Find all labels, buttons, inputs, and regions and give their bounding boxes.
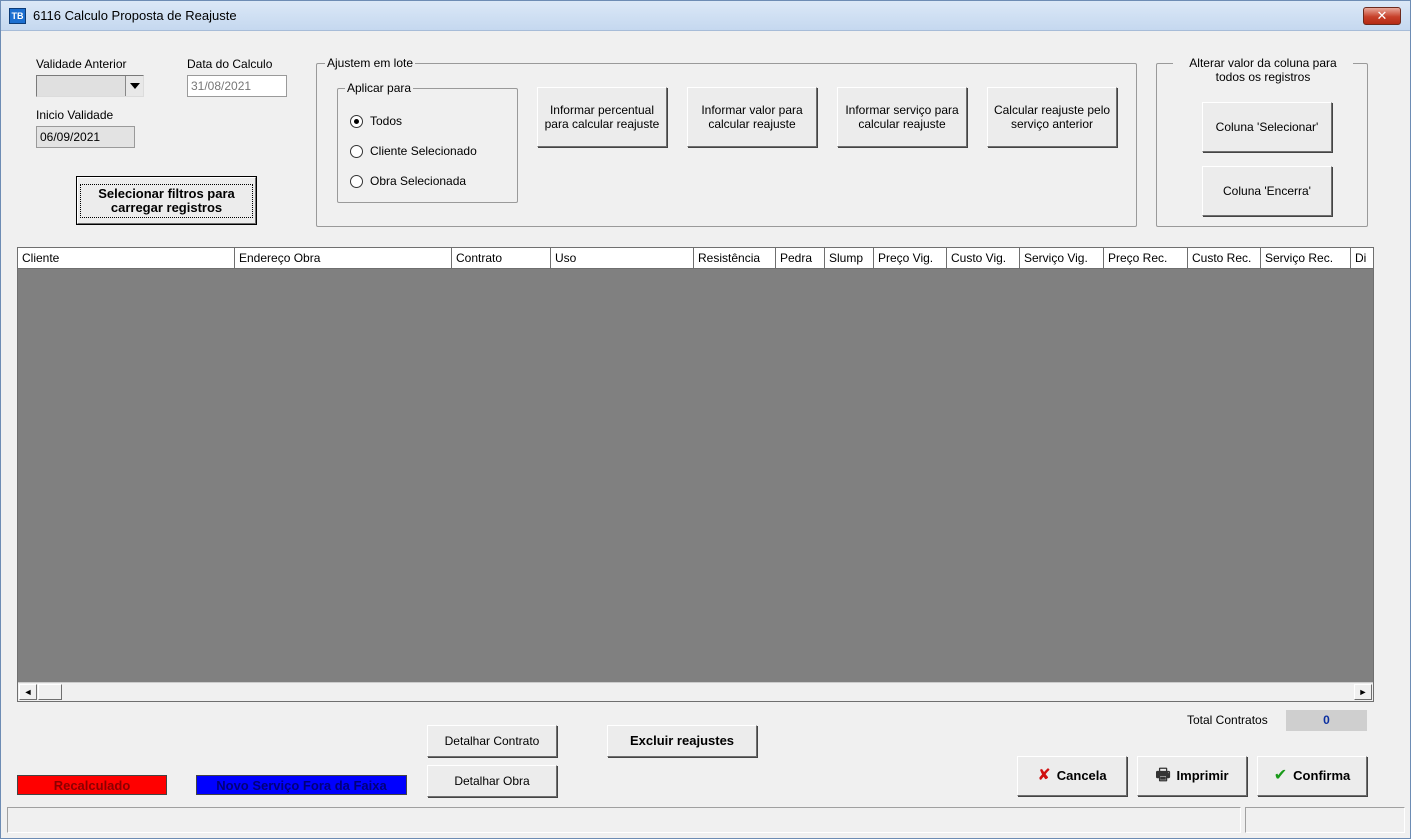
column-header[interactable]: Custo Vig. <box>947 248 1020 268</box>
horizontal-scrollbar[interactable]: ◄ ► <box>18 682 1373 701</box>
arrow-right-icon: ► <box>1358 687 1368 697</box>
main-window: TB 6116 Calculo Proposta de Reajuste ✕ V… <box>0 0 1411 839</box>
column-header[interactable]: Serviço Rec. <box>1261 248 1351 268</box>
close-button[interactable]: ✕ <box>1363 7 1401 25</box>
imprimir-button[interactable]: 🖶 Imprimir <box>1137 756 1247 796</box>
total-contratos-value: 0 <box>1286 710 1367 731</box>
column-header[interactable]: Resistência <box>694 248 776 268</box>
radio-icon <box>350 174 363 188</box>
radio-icon <box>350 144 363 158</box>
column-header[interactable]: Endereço Obra <box>235 248 452 268</box>
cancel-x-icon: ✘ <box>1037 767 1051 784</box>
coluna-selecionar-button[interactable]: Coluna 'Selecionar' <box>1202 102 1332 152</box>
inicio-validade-label: Inicio Validade <box>36 108 114 122</box>
chevron-down-icon <box>129 83 140 89</box>
confirma-button[interactable]: ✔ Confirma <box>1257 756 1367 796</box>
radio-obra-selecionada[interactable]: Obra Selecionada <box>350 174 466 188</box>
validade-anterior-combo[interactable] <box>36 75 144 97</box>
coluna-encerra-button[interactable]: Coluna 'Encerra' <box>1202 166 1332 216</box>
arrow-left-icon: ◄ <box>23 687 33 697</box>
data-calculo-label: Data do Calculo <box>187 57 273 71</box>
total-contratos-label: Total Contratos <box>1187 713 1268 727</box>
excluir-reajustes-button[interactable]: Excluir reajustes <box>607 725 757 757</box>
column-header[interactable]: Di <box>1351 248 1373 268</box>
combo-dropdown-button[interactable] <box>125 76 143 96</box>
cancela-button[interactable]: ✘ Cancela <box>1017 756 1127 796</box>
check-icon: ✔ <box>1273 767 1288 784</box>
radio-todos[interactable]: Todos <box>350 114 402 128</box>
close-icon: ✕ <box>1376 8 1388 23</box>
inicio-validade-field[interactable]: 06/09/2021 <box>36 126 135 148</box>
window-app-icon: TB <box>9 8 26 24</box>
cancela-label: Cancela <box>1056 768 1107 783</box>
alter-column-group: Alterar valor da coluna para todos os re… <box>1156 56 1368 227</box>
legend-recalculado: Recalculado <box>17 775 167 795</box>
data-calculo-field[interactable]: 31/08/2021 <box>187 75 287 97</box>
selecionar-filtros-button[interactable]: Selecionar filtros para carregar registr… <box>76 176 257 225</box>
status-pane-main <box>7 807 1241 833</box>
detalhar-contrato-button[interactable]: Detalhar Contrato <box>427 725 557 757</box>
column-header[interactable]: Pedra <box>776 248 825 268</box>
radio-todos-label: Todos <box>370 114 403 128</box>
radio-cliente-label: Cliente Selecionado <box>370 144 477 158</box>
grid-header: Cliente Endereço Obra Contrato Uso Resis… <box>18 248 1373 269</box>
window-title: 6116 Calculo Proposta de Reajuste <box>33 8 237 23</box>
batch-adjust-title: Ajustem em lote <box>325 56 416 70</box>
scroll-thumb[interactable] <box>38 684 62 700</box>
status-pane-secondary <box>1245 807 1405 833</box>
column-header[interactable]: Custo Rec. <box>1188 248 1261 268</box>
legend-novo-servico: Novo Serviço Fora da Faixa <box>196 775 407 795</box>
column-header[interactable]: Preço Vig. <box>874 248 947 268</box>
scroll-right-button[interactable]: ► <box>1354 684 1372 700</box>
informar-servico-button[interactable]: Informar serviço para calcular reajuste <box>837 87 967 147</box>
column-header[interactable]: Preço Rec. <box>1104 248 1188 268</box>
column-header[interactable]: Serviço Vig. <box>1020 248 1104 268</box>
calcular-anterior-button[interactable]: Calcular reajuste pelo serviço anterior <box>987 87 1117 147</box>
imprimir-label: Imprimir <box>1176 768 1229 783</box>
confirma-label: Confirma <box>1293 768 1351 783</box>
contracts-grid[interactable]: Cliente Endereço Obra Contrato Uso Resis… <box>17 247 1374 702</box>
detalhar-obra-button[interactable]: Detalhar Obra <box>427 765 557 797</box>
selecionar-filtros-label: Selecionar filtros para carregar registr… <box>80 183 253 218</box>
column-header[interactable]: Slump <box>825 248 874 268</box>
radio-cliente-selecionado[interactable]: Cliente Selecionado <box>350 144 477 158</box>
status-bar <box>7 807 1405 833</box>
informar-percentual-button[interactable]: Informar percentual para calcular reajus… <box>537 87 667 147</box>
informar-valor-button[interactable]: Informar valor para calcular reajuste <box>687 87 817 147</box>
apply-to-group: Aplicar para Todos Cliente Selecionado O… <box>337 81 518 203</box>
radio-icon <box>350 114 363 128</box>
batch-adjust-group: Ajustem em lote Aplicar para Todos Clien… <box>316 56 1137 227</box>
printer-icon: 🖶 <box>1155 767 1171 784</box>
radio-obra-label: Obra Selecionada <box>370 174 467 188</box>
alter-column-title: Alterar valor da coluna para todos os re… <box>1173 56 1353 84</box>
column-header[interactable]: Contrato <box>452 248 551 268</box>
column-header[interactable]: Cliente <box>18 248 235 268</box>
scroll-left-button[interactable]: ◄ <box>19 684 37 700</box>
title-bar[interactable]: TB 6116 Calculo Proposta de Reajuste ✕ <box>1 1 1410 31</box>
apply-to-title: Aplicar para <box>345 81 414 95</box>
validade-anterior-label: Validade Anterior <box>36 57 127 71</box>
column-header[interactable]: Uso <box>551 248 694 268</box>
